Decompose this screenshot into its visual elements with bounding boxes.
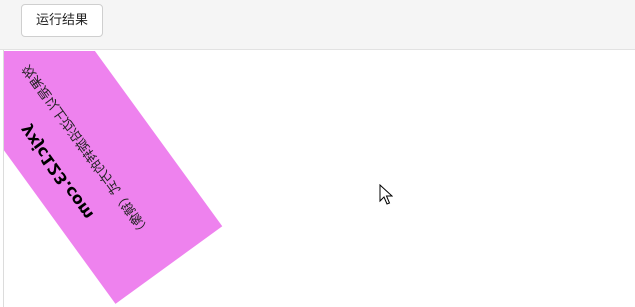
result-area: yxjc123.com 效果是以上边沿旋转的方式（镜像） <box>4 51 635 307</box>
rotated-box: yxjc123.com 效果是以上边沿旋转的方式（镜像） <box>4 51 223 304</box>
run-result-button[interactable]: 运行结果 <box>21 4 103 37</box>
box-title: yxjc123.com <box>15 121 98 224</box>
toolbar: 运行结果 <box>0 0 635 50</box>
page: 运行结果 yxjc123.com 效果是以上边沿旋转的方式（镜像） <box>0 0 635 307</box>
arrow-pointer-icon <box>379 184 393 205</box>
mirrored-content: yxjc123.com 效果是以上边沿旋转的方式（镜像） <box>4 51 222 304</box>
